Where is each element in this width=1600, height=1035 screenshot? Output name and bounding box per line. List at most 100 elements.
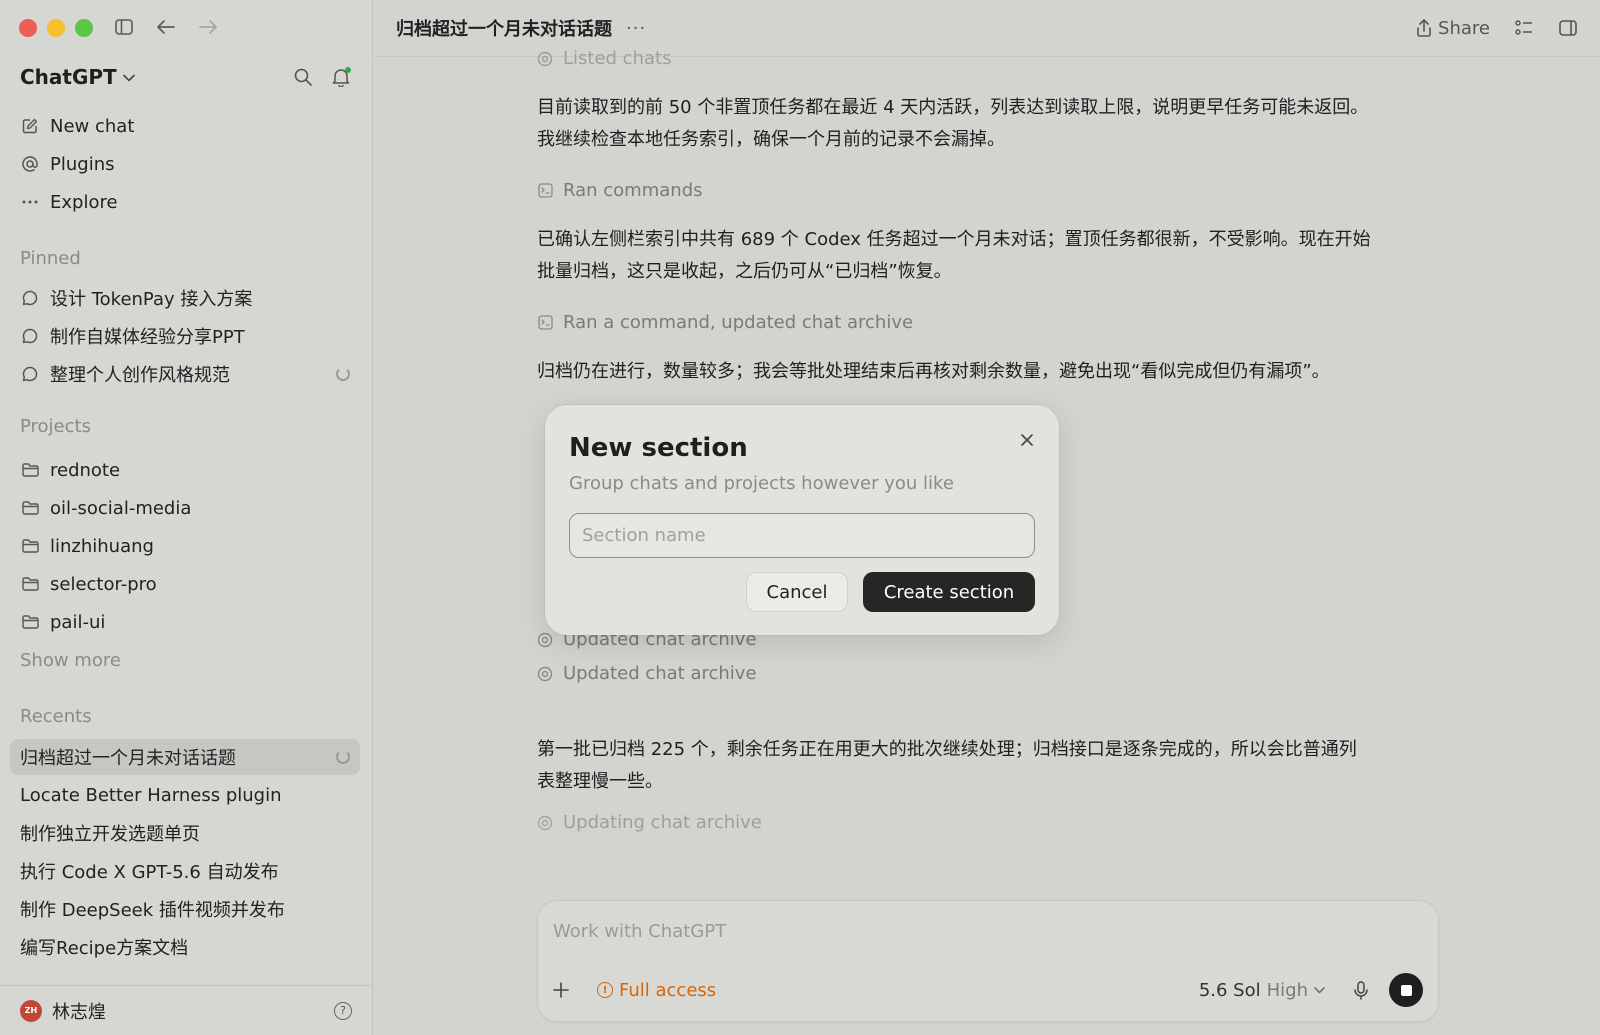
project-item[interactable]: linzhihuang: [12, 528, 360, 564]
project-item[interactable]: selector-pro: [12, 566, 360, 602]
project-item[interactable]: oil-social-media: [12, 490, 360, 526]
window-nav: [114, 17, 218, 37]
project-label: oil-social-media: [50, 497, 192, 519]
section-name-input[interactable]: [569, 513, 1035, 558]
assistant-paragraph: 目前读取到的前 50 个非置顶任务都在最近 4 天内活跃，列表达到读取上限，说明…: [537, 92, 1437, 156]
pinned-label: 设计 TokenPay 接入方案: [50, 289, 253, 310]
composer: Work with ChatGPT ! Full access 5.6 Sol …: [537, 900, 1439, 1022]
paragraph-line: 表整理慢一些。: [537, 771, 663, 792]
stop-button[interactable]: [1389, 973, 1423, 1007]
project-label: selector-pro: [50, 573, 157, 595]
composer-toolbar: ! Full access 5.6 Sol High: [553, 973, 1423, 1007]
terminal-icon: [537, 183, 553, 199]
step-updating-archive[interactable]: Updating chat archive: [537, 812, 762, 833]
project-item[interactable]: pail-ui: [12, 604, 360, 640]
help-icon[interactable]: ?: [334, 1001, 352, 1020]
pinned-heading: Pinned: [20, 248, 81, 269]
model-selector[interactable]: 5.6 Sol High: [1199, 980, 1325, 1001]
show-more-link[interactable]: Show more: [20, 650, 121, 671]
share-icon: [1416, 19, 1432, 37]
chat-bubble-icon: [20, 290, 40, 306]
step-ran-commands[interactable]: Ran commands: [537, 180, 703, 201]
new-section-dialog: New section Group chats and projects how…: [545, 405, 1059, 635]
pinned-label: 制作自媒体经验分享PPT: [50, 327, 245, 348]
recent-label: 执行 Code X GPT-5.6 自动发布: [20, 862, 279, 883]
share-label: Share: [1438, 17, 1490, 39]
sidebar-footer: ZH 林志煌 ?: [0, 985, 372, 1035]
paragraph-line: 批量归档，这只是收起，之后仍可从“已归档”恢复。: [537, 261, 952, 282]
model-level: High: [1266, 979, 1308, 1001]
step-label: Ran commands: [563, 180, 703, 201]
recent-label: 制作 DeepSeek 插件视频并发布: [20, 900, 285, 921]
forward-arrow-icon[interactable]: [198, 17, 218, 37]
nav-label: Explore: [50, 191, 118, 213]
recent-label: 制作独立开发选题单页: [20, 824, 200, 845]
pinned-item[interactable]: 设计 TokenPay 接入方案: [12, 280, 360, 316]
step-label: Updating chat archive: [563, 812, 762, 833]
checklist-icon[interactable]: [1514, 18, 1534, 38]
model-name: 5.6 Sol: [1198, 979, 1261, 1001]
plus-icon[interactable]: [553, 982, 575, 998]
terminal-icon: [537, 315, 553, 331]
brand-row: ChatGPT: [20, 62, 352, 92]
at-icon: [20, 156, 40, 172]
bell-icon[interactable]: [330, 66, 352, 88]
plugins-button[interactable]: Plugins: [12, 146, 360, 182]
maximize-window-button[interactable]: [75, 19, 93, 37]
step-updated-archive[interactable]: Updated chat archive: [537, 663, 757, 684]
brand-switcher[interactable]: ChatGPT: [20, 65, 135, 89]
user-name[interactable]: 林志煌: [52, 998, 106, 1024]
composer-input[interactable]: Work with ChatGPT: [553, 921, 726, 942]
ellipsis-icon: [20, 200, 40, 204]
assistant-paragraph: 第一批已归档 225 个，剩余任务正在用更大的批次继续处理；归档接口是逐条完成的…: [537, 734, 1437, 798]
recent-label: 归档超过一个月未对话话题: [20, 748, 236, 769]
spark-icon: [537, 632, 553, 648]
back-arrow-icon[interactable]: [156, 17, 176, 37]
pinned-item[interactable]: 制作自媒体经验分享PPT: [12, 318, 360, 354]
explore-button[interactable]: Explore: [12, 184, 360, 220]
recent-item[interactable]: 编写Recipe方案文档: [10, 929, 360, 965]
close-icon[interactable]: [1017, 430, 1037, 450]
brand-actions: [292, 66, 352, 88]
panel-toggle-icon[interactable]: [1558, 18, 1578, 38]
new-chat-button[interactable]: New chat: [12, 108, 360, 144]
recent-item[interactable]: Locate Better Harness plugin: [10, 777, 360, 813]
chat-bubble-icon: [20, 328, 40, 344]
close-window-button[interactable]: [19, 19, 37, 37]
project-label: linzhihuang: [50, 535, 154, 557]
chat-bubble-icon: [20, 366, 40, 382]
access-mode-button[interactable]: ! Full access: [597, 980, 716, 1001]
cancel-button[interactable]: Cancel: [746, 572, 848, 612]
dialog-title: New section: [569, 433, 748, 463]
spark-icon: [537, 815, 553, 831]
microphone-icon[interactable]: [1351, 980, 1371, 1000]
project-item[interactable]: rednote: [12, 452, 360, 488]
more-options-icon[interactable]: ···: [626, 18, 646, 39]
page-title: 归档超过一个月未对话话题: [396, 19, 612, 40]
recent-item[interactable]: 执行 Code X GPT-5.6 自动发布: [10, 853, 360, 889]
project-label: pail-ui: [50, 611, 106, 633]
recent-item-active[interactable]: 归档超过一个月未对话话题: [10, 739, 360, 775]
loading-spinner-icon: [336, 367, 350, 381]
step-label: Updated chat archive: [563, 663, 757, 684]
spark-icon: [537, 51, 553, 67]
recent-item[interactable]: 制作 DeepSeek 插件视频并发布: [10, 891, 360, 927]
minimize-window-button[interactable]: [47, 19, 65, 37]
search-icon[interactable]: [292, 66, 314, 88]
folder-icon: [20, 501, 40, 515]
recent-item[interactable]: 制作独立开发选题单页: [10, 815, 360, 851]
loading-spinner-icon: [336, 750, 350, 764]
pinned-label: 整理个人创作风格规范: [50, 365, 230, 386]
paragraph-line: 第一批已归档 225 个，剩余任务正在用更大的批次继续处理；归档接口是逐条完成的…: [537, 739, 1357, 760]
pinned-item[interactable]: 整理个人创作风格规范: [12, 356, 360, 392]
access-label: Full access: [619, 979, 717, 1001]
sidebar-toggle-icon[interactable]: [114, 17, 134, 37]
avatar[interactable]: ZH: [20, 999, 42, 1022]
step-ran-updated[interactable]: Ran a command, updated chat archive: [537, 312, 913, 333]
spark-icon: [537, 666, 553, 682]
share-button[interactable]: Share: [1416, 18, 1490, 39]
step-listed-chats[interactable]: Listed chats: [537, 48, 671, 69]
notification-dot: [345, 67, 351, 73]
create-section-button[interactable]: Create section: [863, 572, 1035, 612]
folder-icon: [20, 463, 40, 477]
